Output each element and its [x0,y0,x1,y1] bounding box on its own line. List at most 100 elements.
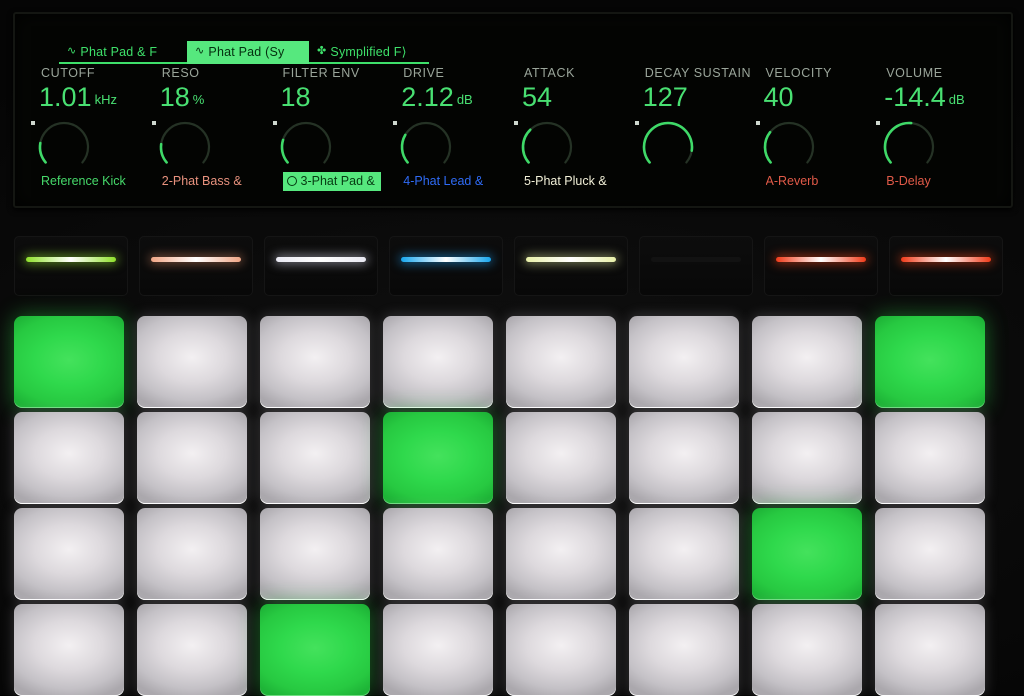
device-tab-label: Symplified F⟩ [330,44,406,59]
parameter-decay-sustain[interactable]: DECAY SUSTAIN127 [635,66,756,174]
display-button-row [14,236,1010,300]
track-name-7[interactable]: A-Reverb [756,170,877,192]
pad-r4-c4[interactable] [383,604,493,696]
display-button-5[interactable] [514,236,628,296]
pad-r1-c6[interactable] [629,316,739,408]
track-name-2[interactable]: 2-Phat Bass & [152,170,273,192]
parameter-value: 40 [764,82,794,112]
pad-r3-c3[interactable] [260,508,370,600]
pad-r2-c5[interactable] [506,412,616,504]
knob-ring[interactable] [35,118,93,176]
pad-r4-c8[interactable] [875,604,985,696]
display-button-2[interactable] [139,236,253,296]
track-name-4[interactable]: 4-Phat Lead & [393,170,514,192]
parameter-label: ATTACK [524,66,575,80]
hardware-controller-body: ∿ Phat Pad & F ∿Phat Pad (Sy ✤ Symplified F⟩… [0,0,1024,695]
device-plugin-icon: ✤ [317,46,326,57]
pad-r4-c6[interactable] [629,604,739,696]
pad-r2-c3[interactable] [260,412,370,504]
pad-r1-c1[interactable] [14,316,124,408]
pad-r1-c8[interactable] [875,316,985,408]
track-name-1[interactable]: Reference Kick [31,170,152,192]
display-panel: ∿ Phat Pad & F ∿Phat Pad (Sy ✤ Symplified F⟩… [13,12,1013,208]
pad-r3-c4[interactable] [383,508,493,600]
pad-r3-c2[interactable] [137,508,247,600]
parameter-label: VOLUME [886,66,942,80]
track-name-6[interactable] [635,170,756,192]
button-led-indicator [401,257,491,262]
track-name-5[interactable]: 5-Phat Pluck & [514,170,635,192]
record-arm-circle-icon [287,176,297,186]
device-tab-1[interactable]: ∿ Phat Pad & F [59,41,187,64]
pad-r4-c5[interactable] [506,604,616,696]
display-button-7[interactable] [764,236,878,296]
knob-ring[interactable] [397,118,455,176]
knob-ring[interactable] [156,118,214,176]
display-button-3[interactable] [264,236,378,296]
pad-r2-c1[interactable] [14,412,124,504]
parameter-drive[interactable]: DRIVE 2.12dB [393,66,514,174]
parameter-unit: dB [457,92,473,107]
display-button-4[interactable] [389,236,503,296]
parameter-filter-env[interactable]: FILTER ENV 18 [273,66,394,174]
display-button-6[interactable] [639,236,753,296]
track-name-8[interactable]: B-Delay [876,170,997,192]
track-label: 4-Phat Lead & [403,174,483,188]
pad-r3-c7[interactable] [752,508,862,600]
pad-r2-c2[interactable] [137,412,247,504]
track-label: 2-Phat Bass & [162,174,242,188]
parameter-label: RESO [162,66,200,80]
pad-grid [14,316,1014,696]
track-label: Reference Kick [41,174,126,188]
parameter-label: FILTER ENV [283,66,360,80]
parameter-unit: kHz [95,92,117,107]
device-tab-2[interactable]: ∿Phat Pad (Sy [187,41,309,64]
parameter-number: 18 [160,82,190,112]
pad-r4-c2[interactable] [137,604,247,696]
track-name-3[interactable]: 3-Phat Pad & [273,170,394,192]
parameter-number: 2.12 [401,82,454,112]
waveform-icon: ∿ [67,46,76,57]
parameter-velocity[interactable]: VELOCITY40 [756,66,877,174]
pad-r2-c8[interactable] [875,412,985,504]
pad-r3-c8[interactable] [875,508,985,600]
button-led-indicator [651,257,741,262]
waveform-icon: ∿ [195,46,204,57]
display-button-8[interactable] [889,236,1003,296]
button-led-indicator [276,257,366,262]
device-tab-label: Phat Pad & F [80,45,157,59]
parameter-cutoff[interactable]: CUTOFF1.01kHz [31,66,152,174]
pad-r1-c7[interactable] [752,316,862,408]
knob-ring[interactable] [518,118,576,176]
knob-ring[interactable] [639,118,697,176]
device-tab-3[interactable]: ✤ Symplified F⟩ [309,41,429,64]
pad-r3-c1[interactable] [14,508,124,600]
pad-r2-c6[interactable] [629,412,739,504]
knob-ring[interactable] [277,118,335,176]
parameter-reso[interactable]: RESO18% [152,66,273,174]
pad-r4-c7[interactable] [752,604,862,696]
pad-r4-c3[interactable] [260,604,370,696]
track-label: A-Reverb [766,174,819,188]
pad-r2-c4[interactable] [383,412,493,504]
pad-r1-c2[interactable] [137,316,247,408]
knob-ring[interactable] [880,118,938,176]
pad-r1-c5[interactable] [506,316,616,408]
parameter-value: 18 [281,82,311,112]
pad-r3-c6[interactable] [629,508,739,600]
pad-r1-c3[interactable] [260,316,370,408]
pad-r4-c1[interactable] [14,604,124,696]
display-button-1[interactable] [14,236,128,296]
parameter-attack[interactable]: ATTACK54 [514,66,635,174]
pad-r3-c5[interactable] [506,508,616,600]
parameter-value: -14.4dB [884,82,964,115]
button-led-indicator [526,257,616,262]
parameter-number: -14.4 [884,82,946,112]
display-screen: ∿ Phat Pad & F ∿Phat Pad (Sy ✤ Symplified F⟩… [31,26,997,200]
parameter-row: CUTOFF1.01kHzRESO18%FILTER ENV18DRIVE2.1… [31,66,997,174]
knob-ring[interactable] [760,118,818,176]
parameter-volume[interactable]: VOLUME -14.4dB [876,66,997,174]
pad-r2-c7[interactable] [752,412,862,504]
parameter-label: DRIVE [403,66,444,80]
pad-r1-c4[interactable] [383,316,493,408]
